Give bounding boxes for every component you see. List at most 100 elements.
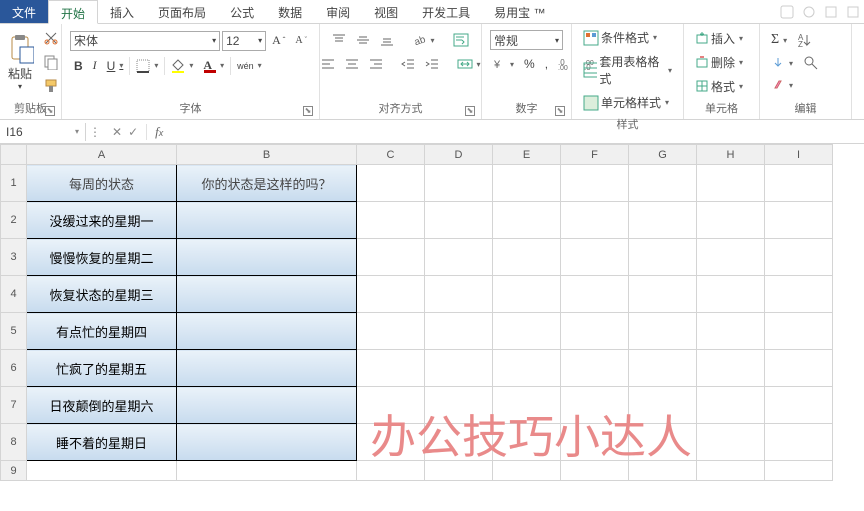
fill-color-button[interactable]: [167, 56, 197, 76]
number-dialog-launcher[interactable]: ⬊: [555, 106, 565, 116]
fx-button[interactable]: fx: [146, 124, 171, 140]
decrease-font-button[interactable]: Aˇ: [291, 32, 311, 49]
cell[interactable]: [765, 202, 833, 239]
cell[interactable]: [493, 350, 561, 387]
cell[interactable]: [629, 202, 697, 239]
autosum-button[interactable]: Σ: [767, 29, 791, 51]
cell[interactable]: [357, 165, 425, 202]
cell[interactable]: [629, 350, 697, 387]
formula-bar-input[interactable]: [171, 123, 864, 141]
menu-tab-review[interactable]: 审阅: [314, 0, 362, 23]
align-right-button[interactable]: [365, 54, 387, 74]
row-header[interactable]: 9: [1, 461, 27, 481]
increase-font-button[interactable]: Aˆ: [268, 30, 289, 51]
cell[interactable]: [765, 424, 833, 461]
cell[interactable]: [765, 165, 833, 202]
menu-tab-view[interactable]: 视图: [362, 0, 410, 23]
font-dialog-launcher[interactable]: ⬊: [303, 106, 313, 116]
cell[interactable]: [561, 387, 629, 424]
cell[interactable]: [493, 313, 561, 350]
menu-tab-layout[interactable]: 页面布局: [146, 0, 218, 23]
sort-filter-button[interactable]: AZ: [793, 29, 817, 51]
cell[interactable]: 恢复状态的星期三: [27, 276, 177, 313]
cell[interactable]: [561, 239, 629, 276]
namebox-expand[interactable]: ⋮: [86, 125, 104, 139]
row-header[interactable]: 5: [1, 313, 27, 350]
align-middle-button[interactable]: [352, 30, 374, 50]
cell[interactable]: [493, 276, 561, 313]
cell[interactable]: [697, 387, 765, 424]
cell[interactable]: [177, 239, 357, 276]
cell-styles-button[interactable]: 单元格样式: [579, 91, 676, 114]
row-header[interactable]: 4: [1, 276, 27, 313]
cell[interactable]: [697, 202, 765, 239]
conditional-format-button[interactable]: 条件格式: [579, 26, 676, 49]
align-center-button[interactable]: [341, 54, 363, 74]
cell[interactable]: [177, 461, 357, 481]
cell[interactable]: [697, 461, 765, 481]
cell[interactable]: [425, 239, 493, 276]
font-size-select[interactable]: 12▾: [222, 31, 266, 51]
cell[interactable]: 没缓过来的星期一: [27, 202, 177, 239]
cell[interactable]: [629, 424, 697, 461]
cell[interactable]: [357, 350, 425, 387]
clipboard-dialog-launcher[interactable]: ⬊: [45, 106, 55, 116]
menu-tab-data[interactable]: 数据: [266, 0, 314, 23]
cell[interactable]: [493, 239, 561, 276]
cell[interactable]: 你的状态是这样的吗？: [177, 165, 357, 202]
cell[interactable]: [425, 165, 493, 202]
cell[interactable]: [629, 276, 697, 313]
cell[interactable]: [697, 313, 765, 350]
cell[interactable]: [357, 276, 425, 313]
format-as-table-button[interactable]: 套用表格格式: [579, 50, 676, 90]
cell[interactable]: [493, 387, 561, 424]
decrease-indent-button[interactable]: [397, 54, 419, 74]
align-dialog-launcher[interactable]: ⬊: [465, 106, 475, 116]
col-header[interactable]: H: [697, 145, 765, 165]
cell[interactable]: [177, 276, 357, 313]
accounting-format-button[interactable]: ¥: [490, 54, 518, 74]
cell[interactable]: [425, 350, 493, 387]
cell[interactable]: [765, 239, 833, 276]
row-header[interactable]: 3: [1, 239, 27, 276]
cell[interactable]: [27, 461, 177, 481]
cell[interactable]: [765, 350, 833, 387]
cell[interactable]: [357, 239, 425, 276]
menu-tab-home[interactable]: 开始: [48, 0, 98, 24]
cell[interactable]: [561, 350, 629, 387]
find-select-button[interactable]: [799, 52, 823, 74]
worksheet-grid[interactable]: A B C D E F G H I 1每周的状态你的状态是这样的吗？ 2没缓过来…: [0, 144, 833, 481]
cell[interactable]: [765, 313, 833, 350]
cell[interactable]: [425, 461, 493, 481]
clear-button[interactable]: [767, 75, 823, 95]
cell[interactable]: [697, 276, 765, 313]
increase-indent-button[interactable]: [421, 54, 443, 74]
col-header[interactable]: G: [629, 145, 697, 165]
align-top-button[interactable]: [328, 30, 350, 50]
cell[interactable]: [629, 239, 697, 276]
merge-center-button[interactable]: [453, 54, 485, 74]
row-header[interactable]: 6: [1, 350, 27, 387]
cell[interactable]: [765, 276, 833, 313]
cell[interactable]: [357, 202, 425, 239]
cell[interactable]: [697, 350, 765, 387]
menu-tab-dev[interactable]: 开发工具: [410, 0, 482, 23]
format-cells-button[interactable]: 格式: [691, 75, 747, 98]
cell[interactable]: [561, 276, 629, 313]
delete-cells-button[interactable]: 删除: [691, 51, 747, 74]
col-header[interactable]: F: [561, 145, 629, 165]
cell[interactable]: 日夜颠倒的星期六: [27, 387, 177, 424]
row-header[interactable]: 7: [1, 387, 27, 424]
name-box[interactable]: I16▾: [0, 123, 86, 141]
col-header[interactable]: C: [357, 145, 425, 165]
col-header[interactable]: E: [493, 145, 561, 165]
cell[interactable]: 有点忙的星期四: [27, 313, 177, 350]
col-header[interactable]: D: [425, 145, 493, 165]
col-header[interactable]: A: [27, 145, 177, 165]
cell[interactable]: [357, 313, 425, 350]
cell[interactable]: [177, 424, 357, 461]
cell[interactable]: [425, 387, 493, 424]
fill-button[interactable]: [767, 53, 797, 73]
cell[interactable]: [629, 165, 697, 202]
cell[interactable]: 忙疯了的星期五: [27, 350, 177, 387]
